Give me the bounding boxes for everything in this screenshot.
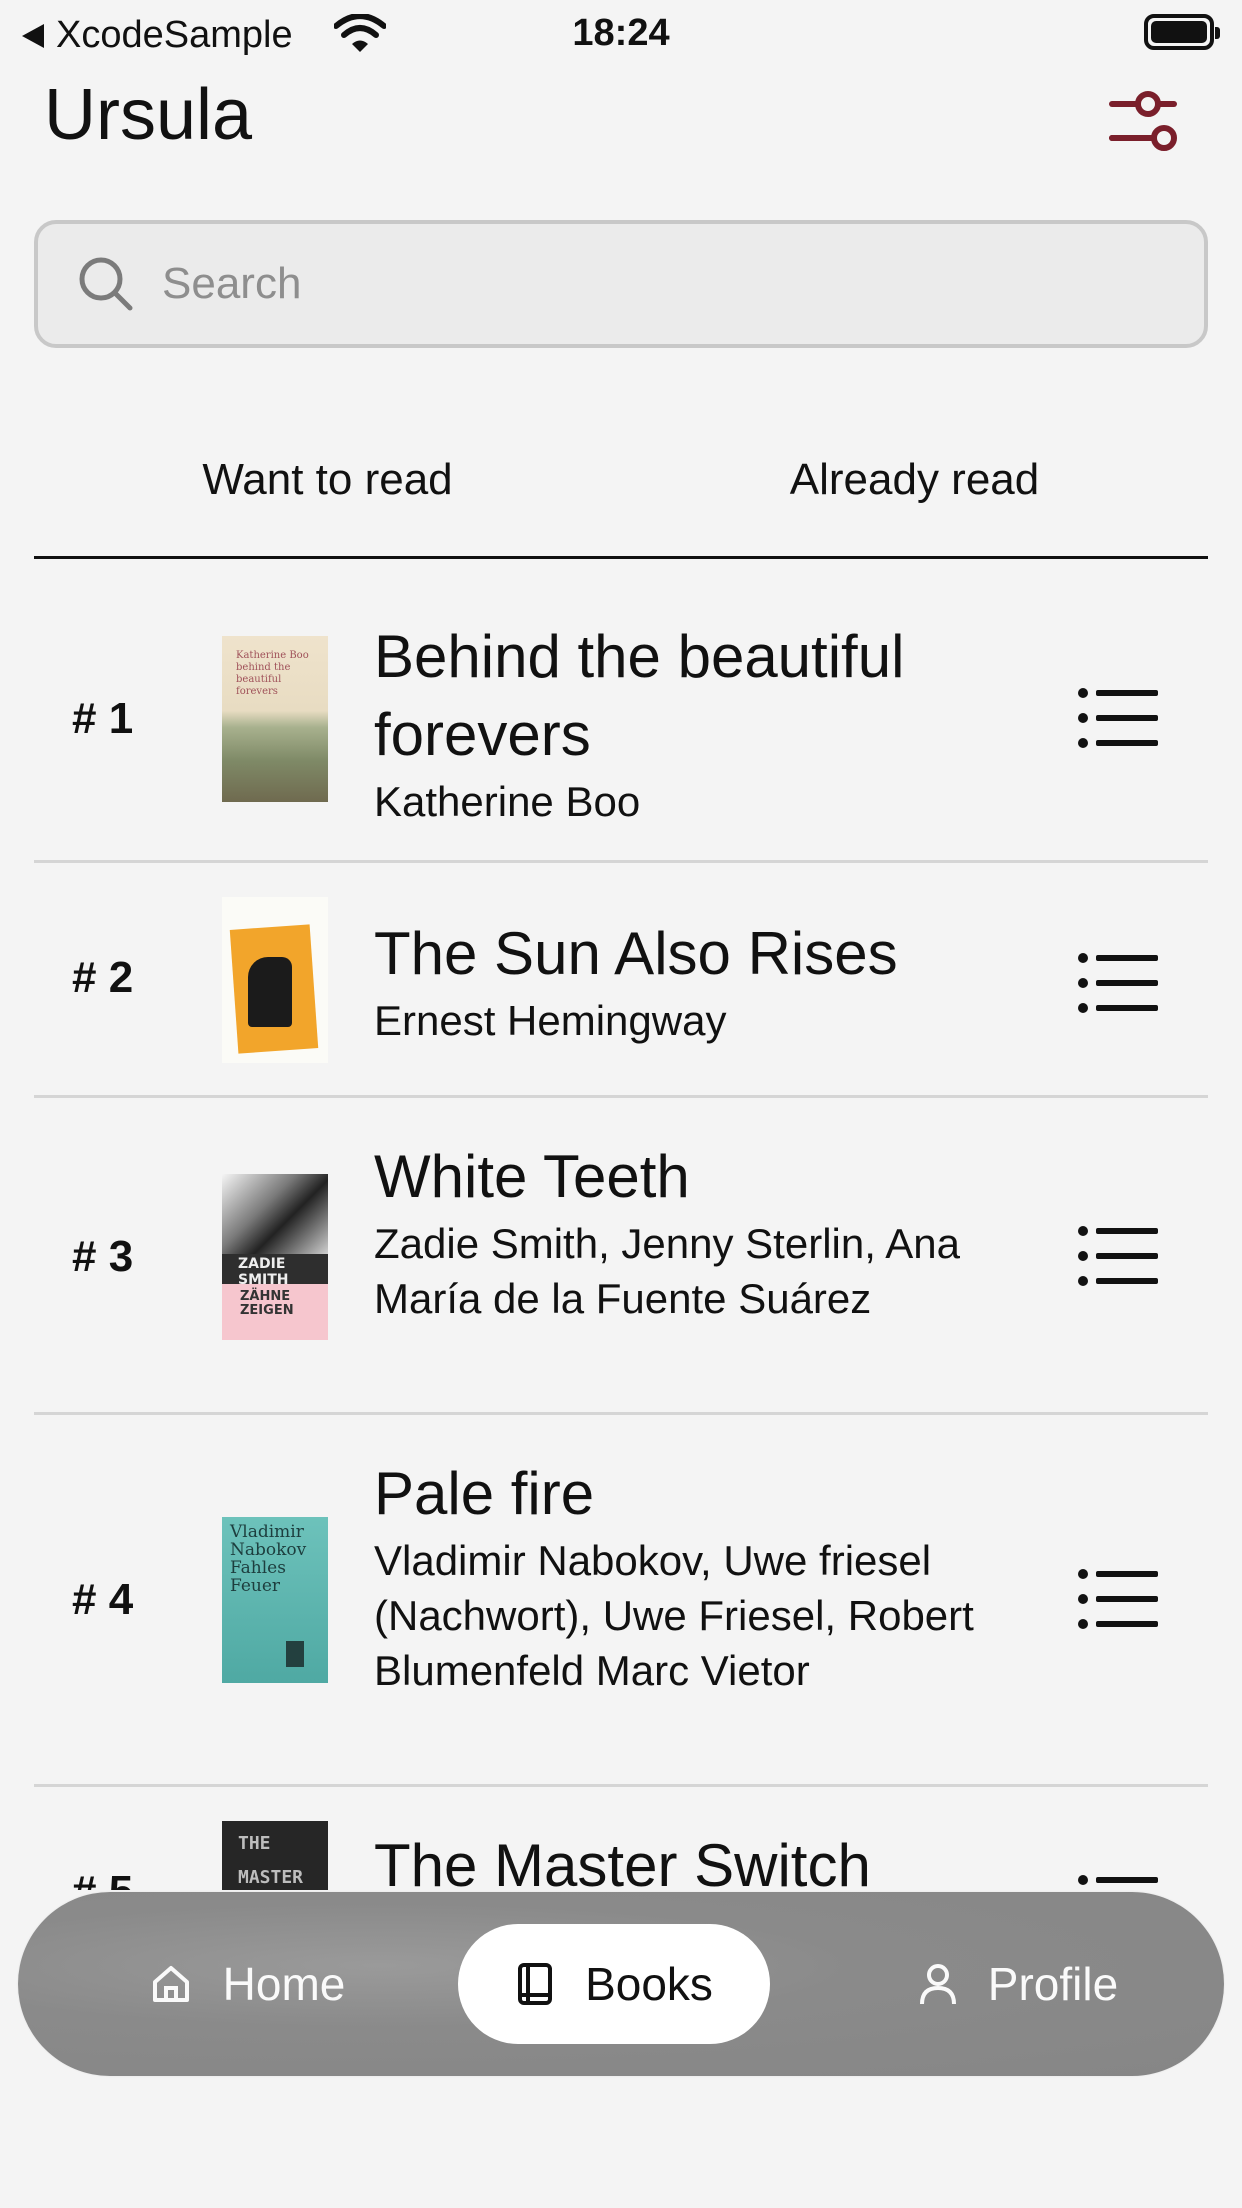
book-rank: # 4 [72, 1575, 134, 1624]
tab-bar-profile[interactable]: Profile [878, 1924, 1158, 2044]
tab-already-read[interactable]: Already read [621, 440, 1208, 556]
book-rank: # 2 [72, 953, 134, 1002]
status-time: 18:24 [572, 12, 670, 54]
page-title: Ursula [44, 75, 253, 155]
search-icon [79, 257, 133, 311]
book-icon [518, 1963, 553, 2005]
book-rank: # 3 [72, 1232, 134, 1281]
tab-bar-home[interactable]: Home [122, 1924, 372, 2044]
book-row[interactable]: # 1 Katherine Boo behind the beautiful f… [34, 560, 1208, 863]
tab-bar-label: Home [222, 1958, 346, 2010]
cover-subtitle: ZÄHNE ZEIGEN [240, 1289, 294, 1318]
book-row[interactable]: # 4 Vladimir Nabokov Fahles Feuer Pale f… [34, 1415, 1208, 1787]
list-icon[interactable] [1078, 1226, 1160, 1286]
filter-button[interactable] [1108, 88, 1178, 158]
book-list: # 1 Katherine Boo behind the beautiful f… [34, 560, 1208, 1890]
segment-tabs: Want to read Already read [34, 440, 1208, 559]
book-title: Pale fire [374, 1460, 595, 1527]
book-cover: ZADIE SMITH ZÄHNE ZEIGEN [222, 1174, 328, 1340]
book-author: Vladimir Nabokov, Uwe friesel (Nachwort)… [374, 1537, 974, 1694]
book-author: Ernest Hemingway [374, 997, 727, 1044]
book-cover [222, 897, 328, 1063]
cover-title: THE MASTER [238, 1833, 304, 1888]
book-title: White Teeth [374, 1143, 690, 1210]
tab-want-to-read[interactable]: Want to read [34, 440, 621, 556]
cover-title: Katherine Boo behind the beautiful forev… [236, 650, 309, 697]
book-row[interactable]: # 3 ZADIE SMITH ZÄHNE ZEIGEN White Teeth… [34, 1098, 1208, 1415]
list-icon[interactable] [1078, 1569, 1160, 1629]
book-cover: Katherine Boo behind the beautiful forev… [222, 636, 328, 802]
book-title: The Sun Also Rises [374, 920, 898, 987]
battery-icon [1144, 14, 1220, 50]
sliders-icon [1109, 91, 1177, 151]
book-author: Zadie Smith, Jenny Sterlin, Ana María de… [374, 1220, 960, 1322]
tab-bar-label: Profile [987, 1958, 1119, 2010]
book-row[interactable]: # 2 The Sun Also Rises Ernest Hemingway [34, 863, 1208, 1098]
tab-bar: Home Books Profile [18, 1892, 1224, 2076]
book-cover: THE MASTER [222, 1821, 328, 1890]
list-icon[interactable] [1078, 953, 1160, 1013]
tab-bar-books[interactable]: Books [458, 1924, 770, 2044]
book-row[interactable]: # 5 THE MASTER The Master Switch [34, 1787, 1208, 1890]
cover-title: Vladimir Nabokov Fahles Feuer [230, 1522, 307, 1596]
cover-title: ZADIE SMITH [238, 1256, 289, 1288]
book-author: Katherine Boo [374, 778, 641, 825]
book-title: Behind the beautiful forevers [374, 623, 905, 768]
list-icon[interactable] [1078, 1875, 1160, 1890]
status-bar: XcodeSample 18:24 [0, 0, 1242, 66]
search-bar[interactable] [34, 220, 1208, 348]
book-cover: Vladimir Nabokov Fahles Feuer [222, 1517, 328, 1683]
house-icon [152, 1966, 189, 2002]
book-rank: # 1 [72, 694, 134, 743]
book-rank: # 5 [72, 1867, 152, 1890]
person-icon [919, 1964, 956, 2005]
list-icon[interactable] [1078, 688, 1160, 748]
search-input[interactable] [160, 258, 1064, 310]
tab-bar-label: Books [585, 1958, 713, 2010]
book-title: The Master Switch [374, 1832, 871, 1890]
